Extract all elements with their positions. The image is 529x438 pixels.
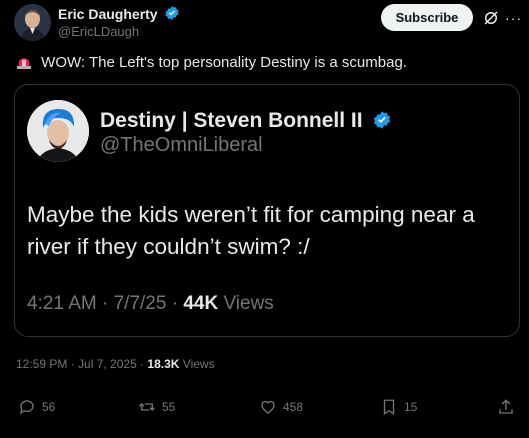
quoted-author-handle[interactable]: @TheOmniLiberal <box>100 134 263 157</box>
post-views-label: Views <box>182 357 215 371</box>
quoted-tweet-time: 4:21 AM · 7/7/25 · <box>27 293 184 314</box>
author-name-row: Eric Daugherty <box>58 5 180 22</box>
grok-icon[interactable] <box>482 9 500 27</box>
bookmark-count: 15 <box>404 400 418 414</box>
quoted-verified-badge-icon <box>374 111 391 129</box>
share-button[interactable] <box>497 398 521 416</box>
heart-icon <box>261 400 275 414</box>
quoted-tweet-meta: 4:21 AM · 7/7/25 · 44K Views <box>27 293 274 315</box>
author-handle[interactable]: @EricLDaugh <box>58 24 139 39</box>
tweet-text-row: WOW: The Left's top personality Destiny … <box>16 54 407 71</box>
quoted-author-name[interactable]: Destiny | Steven Bonnell II <box>100 109 363 132</box>
repost-button[interactable]: 55 <box>138 398 175 416</box>
quoted-author-avatar[interactable] <box>27 100 89 162</box>
siren-emoji-icon <box>17 58 31 69</box>
reply-icon <box>19 400 34 415</box>
verified-badge-icon <box>165 6 180 20</box>
quoted-tweet-text: Maybe the kids weren’t fit for camping n… <box>27 202 475 259</box>
bookmark-button[interactable]: 15 <box>380 398 417 416</box>
like-count: 458 <box>283 400 304 414</box>
action-bar: 56 55 458 15 <box>0 398 529 422</box>
post-timestamp[interactable]: 12:59 PM · Jul 7, 2025 · <box>16 357 147 371</box>
subscribe-button[interactable]: Subscribe <box>381 4 473 31</box>
reply-count: 56 <box>42 400 56 414</box>
tweet-text: WOW: The Left's top personality Destiny … <box>41 54 407 71</box>
author-name[interactable]: Eric Daugherty <box>58 6 158 22</box>
like-button[interactable]: 458 <box>259 398 303 416</box>
reply-button[interactable]: 56 <box>18 398 55 416</box>
more-options-icon[interactable]: ··· <box>505 11 522 25</box>
post-views-count: 18.3K <box>147 357 180 371</box>
post-meta: 12:59 PM · Jul 7, 2025 · 18.3K Views <box>16 357 215 371</box>
author-avatar[interactable] <box>14 4 51 41</box>
quoted-tweet-views-label: Views <box>218 293 274 314</box>
repost-icon <box>139 403 155 411</box>
share-icon <box>499 399 513 414</box>
repost-count: 55 <box>162 400 176 414</box>
quoted-tweet-views-count: 44K <box>183 293 219 314</box>
quoted-author-name-row: Destiny | Steven Bonnell II <box>100 109 392 133</box>
bookmark-icon <box>383 399 395 416</box>
